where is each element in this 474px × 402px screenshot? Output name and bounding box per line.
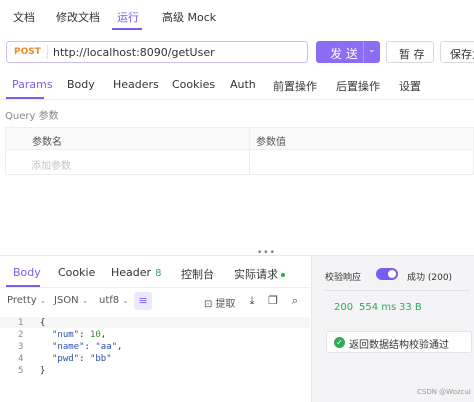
watermark: CSDN @Wozcui (417, 388, 471, 396)
line-number: 3 (18, 342, 24, 352)
table-header: 参数名 参数值 (6, 128, 473, 150)
format-select-label: Pretty (7, 295, 37, 306)
format-select[interactable]: Pretty ⌄ (7, 295, 46, 306)
json-value: "aa" (95, 342, 118, 352)
send-separator (363, 41, 364, 63)
tab-response-header[interactable]: Header 8 (111, 266, 161, 279)
url-divider (47, 45, 48, 59)
save-button-label: 暂 存 (399, 48, 425, 61)
status-dot (281, 273, 285, 277)
wrap-lines-icon[interactable]: ≡ (134, 292, 152, 310)
column-divider (249, 128, 250, 175)
send-button[interactable]: 发 送 ⌄ (316, 41, 380, 63)
line-number: 2 (18, 330, 24, 340)
chevron-down-icon: ⌄ (39, 296, 47, 305)
extract-button-label: 提取 (215, 299, 236, 310)
tab-console[interactable]: 控制台 (181, 266, 214, 282)
json-key: "pwd" (52, 354, 80, 364)
open-brace: { (40, 318, 46, 328)
validate-toggle[interactable] (376, 268, 398, 280)
add-param-input[interactable]: 添加参数 (31, 157, 71, 172)
type-select-label: JSON (54, 295, 79, 306)
chevron-down-icon: ⌄ (122, 296, 129, 305)
active-tab-indicator (112, 28, 142, 30)
line-number: 4 (18, 354, 24, 364)
json-value: 10 (89, 330, 101, 340)
tab-response-header-label: Header (111, 266, 152, 279)
tab-body[interactable]: Body (67, 78, 95, 91)
tab-cookies[interactable]: Cookies (172, 78, 215, 91)
response-size: 33 B (399, 302, 422, 313)
line-number: 5 (18, 366, 24, 376)
validation-result: ✓ 返回数据结构校验通过 (326, 331, 472, 353)
tab-post-actions[interactable]: 后置操作 (336, 78, 380, 94)
download-icon[interactable]: ⤓ (245, 294, 259, 308)
copy-icon[interactable]: ❐ (266, 294, 280, 308)
tab-auth[interactable]: Auth (230, 78, 256, 91)
encoding-select-label: utf8 (99, 295, 120, 306)
save-as-button-label: 保存为 (450, 48, 474, 61)
validate-status-label: 成功 (200) (407, 273, 453, 283)
save-button[interactable]: 暂 存 (386, 41, 434, 63)
drag-handle-icon[interactable]: ••• (257, 248, 276, 258)
url-input[interactable]: http://localhost:8090/getUser (53, 46, 215, 59)
response-time: 554 ms (359, 302, 397, 313)
tab-pre-actions[interactable]: 前置操作 (273, 78, 317, 94)
tab-actual-request[interactable]: 实际请求 (234, 266, 285, 282)
send-button-label: 发 送 (330, 47, 358, 61)
tab-params[interactable]: Params (12, 78, 53, 91)
encoding-select[interactable]: utf8 ⌄ (99, 295, 129, 306)
type-select[interactable]: JSON ⌄ (54, 295, 88, 306)
panel-divider (324, 290, 470, 291)
json-value: "bb" (89, 354, 112, 364)
search-icon[interactable]: ⌕ (288, 294, 302, 308)
check-circle-icon: ✓ (334, 337, 345, 348)
col-param-name: 参数名 (32, 137, 62, 148)
extract-icon: ⊡ (204, 299, 213, 310)
code-line-1[interactable]: { (40, 318, 45, 328)
tab-actual-request-label: 实际请求 (234, 268, 278, 281)
json-key: "name" (52, 342, 85, 352)
tab-response-body[interactable]: Body (13, 266, 41, 279)
save-as-button[interactable]: 保存为 (440, 41, 474, 63)
method-select[interactable]: POST (14, 47, 41, 57)
query-section-label: Query 参数 (5, 111, 59, 122)
toggle-knob (388, 270, 396, 278)
params-table: 参数名 参数值 添加参数 (5, 127, 474, 175)
tab-response-cookie[interactable]: Cookie (58, 266, 95, 279)
tab-advanced-mock[interactable]: 高级 Mock (162, 9, 216, 25)
tab-run[interactable]: 运行 (117, 9, 139, 25)
code-line-5[interactable]: } (40, 366, 45, 376)
code-line-3[interactable]: "name": "aa", (52, 342, 122, 352)
validation-result-text: 返回数据结构校验通过 (349, 340, 449, 351)
chevron-down-icon[interactable]: ⌄ (368, 45, 376, 55)
tab-settings[interactable]: 设置 (399, 78, 421, 94)
header-count-badge: 8 (155, 268, 162, 279)
validate-response-label: 校验响应 (325, 273, 362, 283)
close-brace: } (40, 366, 46, 376)
line-number: 1 (18, 318, 24, 328)
url-bar: POST http://localhost:8090/getUser (6, 41, 308, 63)
json-key: "num" (52, 330, 80, 340)
tab-headers[interactable]: Headers (113, 78, 159, 91)
tab-docs[interactable]: 文档 (13, 9, 35, 25)
code-line-4[interactable]: "pwd": "bb" (52, 354, 112, 364)
extract-button[interactable]: ⊡ 提取 (204, 295, 235, 310)
chevron-down-icon: ⌄ (81, 296, 89, 305)
current-line-highlight (0, 317, 310, 328)
code-line-2[interactable]: "num": 10, (52, 330, 106, 340)
tab-edit-docs[interactable]: 修改文档 (56, 9, 100, 25)
col-param-value: 参数值 (256, 137, 286, 148)
tab-divider (0, 99, 474, 100)
status-code: 200 (334, 302, 354, 313)
tab-divider (0, 287, 310, 288)
